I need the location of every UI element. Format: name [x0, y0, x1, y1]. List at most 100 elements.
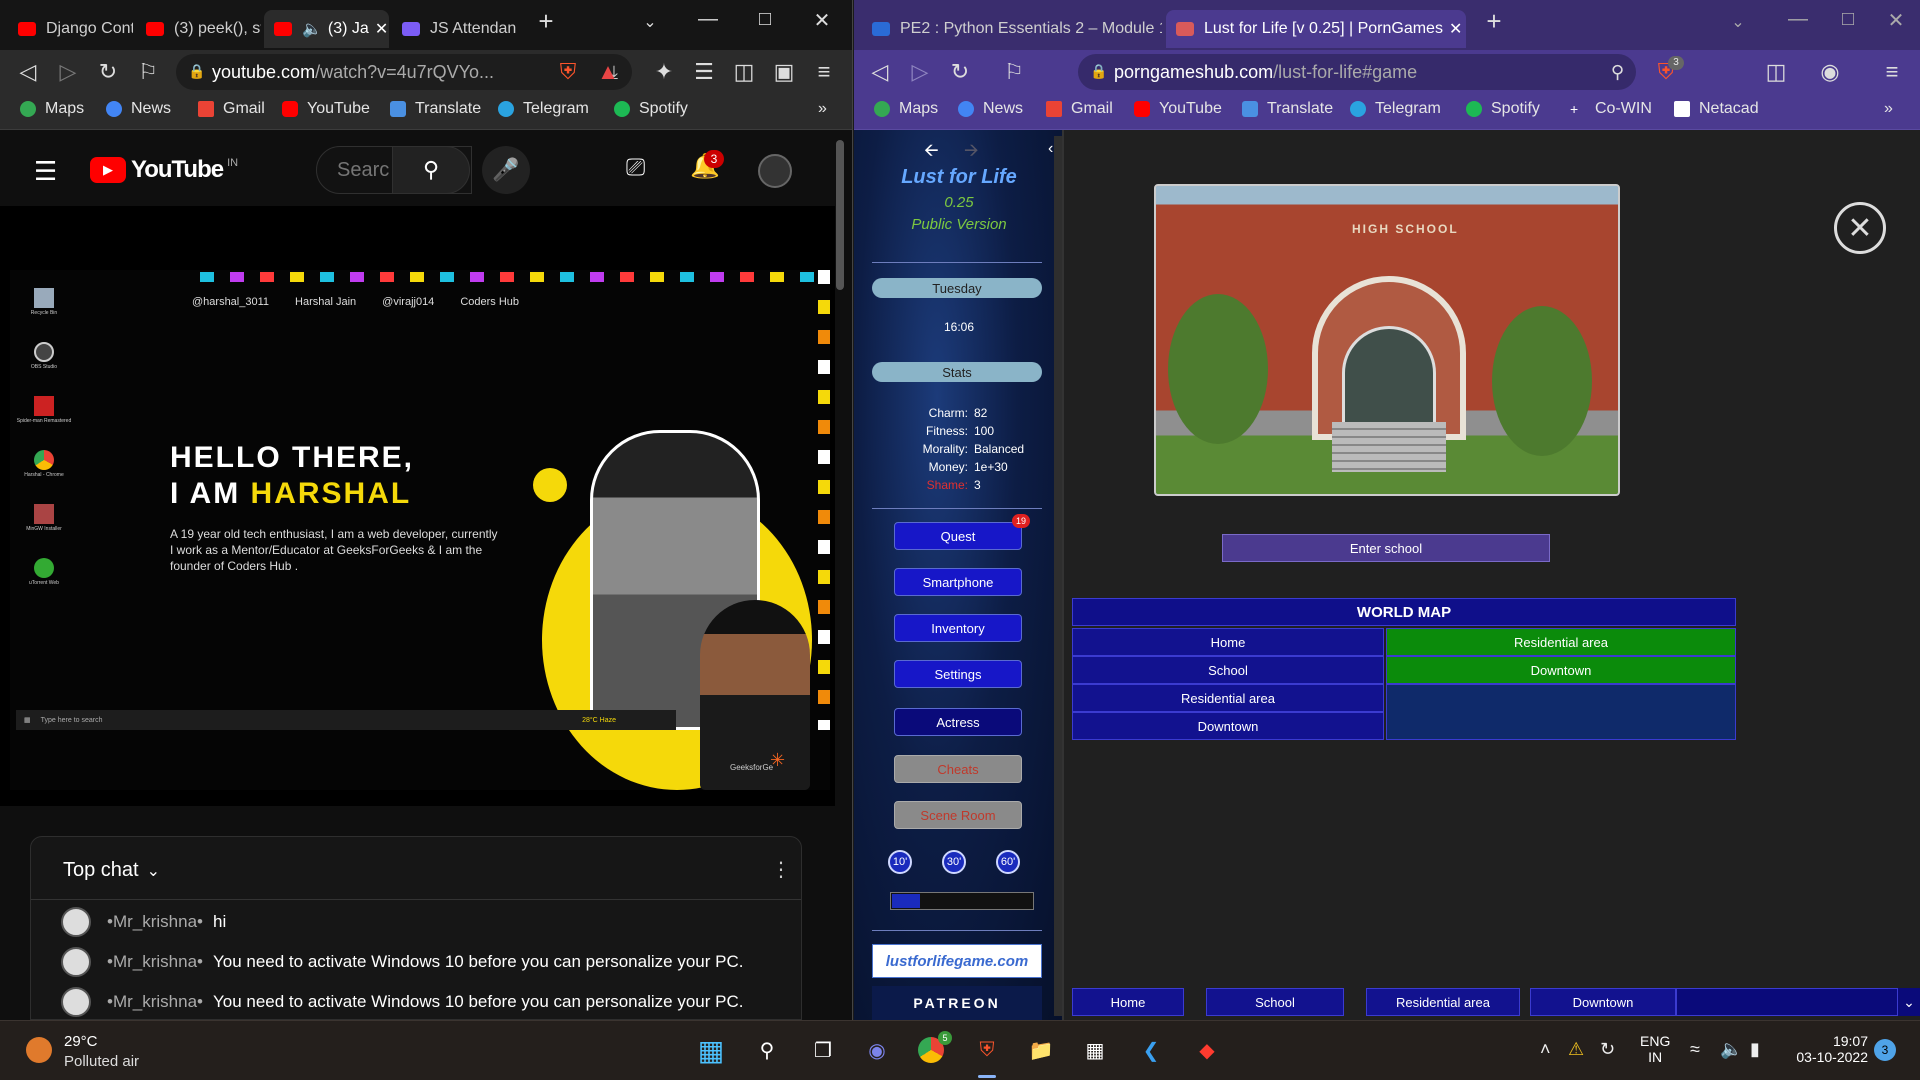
file-explorer-icon[interactable]: 📁 [1024, 1033, 1058, 1067]
bookmark-netacad[interactable]: Netacad [1674, 100, 1759, 118]
game-forward-arrow-icon[interactable]: 🡪 [964, 138, 979, 168]
youtube-logo[interactable]: ▶ YouTube IN [90, 156, 238, 184]
close-window-button[interactable]: ✕ [802, 8, 842, 33]
sidebar-scrollbar[interactable] [1054, 136, 1062, 1016]
search-button[interactable]: ⚲ [392, 146, 470, 194]
bookmark-news[interactable]: News [958, 100, 1023, 118]
settings-button[interactable]: Settings [894, 660, 1022, 688]
tab-lust-for-life-active[interactable]: Lust for Life [v 0.25] | PornGames ✕ [1166, 10, 1466, 48]
bookmark-youtube[interactable]: YouTube [1134, 100, 1222, 118]
volume-slider[interactable] [890, 892, 1034, 910]
bookmark-maps[interactable]: Maps [874, 100, 938, 118]
bookmark-gmail[interactable]: Gmail [1046, 100, 1113, 118]
world-map-school[interactable]: School [1072, 656, 1384, 684]
warning-tray-icon[interactable]: ⚠ [1568, 1039, 1584, 1060]
microsoft-store-icon[interactable]: ▦ [1078, 1033, 1112, 1067]
bookmark-icon[interactable]: ⚐ [132, 56, 164, 88]
anydesk-icon[interactable]: ◆ [1190, 1033, 1224, 1067]
bottom-nav-school[interactable]: School [1206, 988, 1344, 1016]
sidebar-icon[interactable]: ◫ [1760, 56, 1792, 88]
voice-search-button[interactable]: 🎤 [482, 146, 530, 194]
address-bar[interactable]: 🔒 porngameshub.com/lust-for-life#game ⚲ [1078, 54, 1636, 90]
sidebar-icon[interactable]: ◫ [728, 56, 760, 88]
bookmark-icon[interactable]: ⚐ [998, 56, 1030, 88]
brave-rewards-icon[interactable]: ▲ [592, 56, 624, 88]
world-map-residential-area-link[interactable]: Residential area [1386, 628, 1736, 656]
account-avatar[interactable] [758, 154, 792, 188]
tab-search-icon[interactable]: ⌄ [630, 12, 670, 32]
media-controls-icon[interactable]: ☰ [688, 56, 720, 88]
enter-school-button[interactable]: Enter school [1222, 534, 1550, 562]
avatar[interactable] [61, 907, 91, 937]
forward-icon[interactable]: ▷ [904, 56, 936, 88]
reload-icon[interactable]: ↻ [944, 56, 976, 88]
menu-icon[interactable]: ≡ [808, 56, 840, 88]
wait-30-button[interactable]: 30' [942, 850, 966, 874]
patreon-link[interactable]: PATREON [872, 986, 1042, 1020]
tab-js-attendance[interactable]: JS Attendan [392, 10, 517, 48]
website-link[interactable]: lustforlifegame.com [872, 944, 1042, 978]
sync-tray-icon[interactable]: ↻ [1600, 1039, 1615, 1060]
avatar[interactable] [61, 947, 91, 977]
bookmark-translate[interactable]: Translate [1242, 100, 1333, 118]
start-windows-icon[interactable]: ▦ [694, 1033, 728, 1067]
bookmark-youtube[interactable]: YouTube [282, 100, 370, 118]
minimize-button[interactable]: — [688, 8, 728, 31]
menu-icon[interactable]: ≡ [1876, 56, 1908, 88]
chat-more-options-icon[interactable]: ⋮ [771, 857, 791, 882]
new-tab-button[interactable]: + [1474, 6, 1514, 37]
brave-shield-icon[interactable]: ⛨ [552, 56, 584, 88]
tab-python-essentials[interactable]: PE2 : Python Essentials 2 – Module 1 T [862, 10, 1162, 48]
scene-room-button[interactable]: Scene Room [894, 801, 1022, 829]
minimize-button[interactable]: — [1778, 8, 1818, 31]
weather-desc[interactable]: Polluted air [64, 1053, 139, 1070]
reload-icon[interactable]: ↻ [92, 56, 124, 88]
show-hidden-icons-icon[interactable]: ˄ [1540, 1039, 1551, 1060]
weather-icon[interactable] [26, 1037, 52, 1063]
quest-button[interactable]: Quest [894, 522, 1022, 550]
more-bookmarks-icon[interactable]: » [1884, 100, 1893, 118]
world-map-downtown-link[interactable]: Downtown [1386, 656, 1736, 684]
task-view-icon[interactable]: ❐ [806, 1033, 840, 1067]
hamburger-menu-icon[interactable]: ☰ [34, 156, 57, 187]
video-player[interactable]: @harshal_3011 Harshal Jain @virajj014 Co… [0, 206, 835, 806]
world-map-home[interactable]: Home [1072, 628, 1384, 656]
bookmark-spotify[interactable]: Spotify [614, 100, 688, 118]
inventory-button[interactable]: Inventory [894, 614, 1022, 642]
battery-icon[interactable]: ▮ [1750, 1039, 1760, 1060]
cheats-button[interactable]: Cheats [894, 755, 1022, 783]
bottom-nav-downtown[interactable]: Downtown [1530, 988, 1676, 1016]
bookmark-telegram[interactable]: Telegram [498, 100, 589, 118]
weather-temp[interactable]: 29°C [64, 1033, 98, 1050]
clock[interactable]: 19:07 03-10-2022 [1792, 1033, 1868, 1065]
bookmark-news[interactable]: News [106, 100, 171, 118]
teams-chat-icon[interactable]: ◉ [860, 1033, 894, 1067]
close-tab-icon[interactable]: ✕ [1443, 19, 1462, 39]
tab-django[interactable]: Django Cont [8, 10, 133, 48]
world-map-downtown[interactable]: Downtown [1072, 712, 1384, 740]
back-icon[interactable]: ◁ [864, 56, 896, 88]
vscode-icon[interactable]: ❮ [1134, 1033, 1168, 1067]
wifi-icon[interactable]: ≈ [1690, 1039, 1700, 1060]
private-window-icon[interactable]: ◉ [1814, 56, 1846, 88]
volume-slider-handle[interactable] [892, 894, 920, 908]
zoom-icon[interactable]: ⚲ [1611, 62, 1624, 83]
world-map-residential-area[interactable]: Residential area [1072, 684, 1384, 712]
bookmark-translate[interactable]: Translate [390, 100, 481, 118]
close-icon[interactable]: ✕ [1834, 202, 1886, 254]
tab-youtube-active[interactable]: 🔈 (3) Ja ✕ [264, 10, 389, 48]
extensions-icon[interactable]: ✦ [648, 56, 680, 88]
tab-search-icon[interactable]: ⌄ [1718, 12, 1758, 32]
bookmark-spotify[interactable]: Spotify [1466, 100, 1540, 118]
brave-icon[interactable]: ⛨ [970, 1033, 1004, 1067]
maximize-button[interactable]: □ [745, 8, 785, 31]
bottom-nav-residential-area[interactable]: Residential area [1366, 988, 1520, 1016]
back-icon[interactable]: ◁ [12, 56, 44, 88]
create-video-icon[interactable]: ⎚ [626, 154, 645, 182]
wait-10-button[interactable]: 10' [888, 850, 912, 874]
collapse-sidebar-icon[interactable]: ‹ [1048, 140, 1053, 158]
page-scrollbar[interactable] [836, 140, 844, 290]
bookmark-gmail[interactable]: Gmail [198, 100, 265, 118]
volume-icon[interactable]: 🔈 [1720, 1039, 1742, 1060]
chat-mode-selector[interactable]: Top chat ⌄ [63, 859, 160, 882]
